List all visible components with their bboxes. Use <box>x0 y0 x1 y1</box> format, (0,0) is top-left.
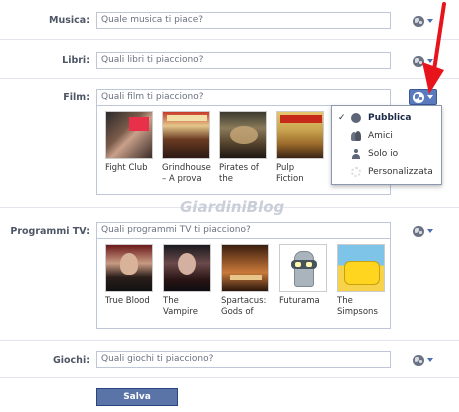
divider <box>0 340 459 341</box>
red-arrow-icon <box>422 2 446 94</box>
poster-title: True Blood <box>105 296 150 306</box>
poster-title: The Simpsons <box>337 296 378 317</box>
poster-item[interactable]: Pulp Fiction <box>276 111 326 185</box>
chevron-down-icon <box>427 358 433 362</box>
giochi-label: Giochi: <box>52 355 90 366</box>
privacy-option-label: Solo io <box>368 149 399 159</box>
tv-privacy-button[interactable] <box>413 224 437 238</box>
privacy-option-label: Amici <box>368 131 393 141</box>
tv-label: Programmi TV: <box>10 226 90 237</box>
poster-image <box>163 244 211 292</box>
poster-title: Grindhouse – A prova <box>162 163 211 184</box>
poster-title: Fight Club <box>105 163 148 173</box>
poster-image <box>162 111 210 159</box>
poster-title: Futurama <box>279 296 320 306</box>
check-icon: ✓ <box>338 113 346 123</box>
privacy-option-label: Pubblica <box>368 113 412 123</box>
friends-icon <box>351 131 361 141</box>
privacy-option-only-me[interactable]: Solo io <box>332 145 441 163</box>
poster-item[interactable]: Pirates of the <box>219 111 269 185</box>
giochi-privacy-button[interactable] <box>413 353 437 367</box>
gear-icon <box>351 167 361 177</box>
poster-title: Pulp Fiction <box>276 163 304 184</box>
musica-label: Musica: <box>49 15 90 26</box>
privacy-dropdown-menu: ✓ Pubblica Amici Solo io Personalizzata <box>331 105 442 185</box>
poster-title: The Vampire <box>163 296 198 317</box>
poster-image <box>279 244 327 292</box>
poster-item[interactable]: Fight Club <box>105 111 155 174</box>
libri-label: Libri: <box>62 55 90 66</box>
giochi-input[interactable]: Quali giochi ti piacciono? <box>96 351 391 368</box>
libri-input[interactable]: Quali libri ti piacciono? <box>96 52 391 69</box>
film-label: Film: <box>63 92 90 103</box>
poster-title: Pirates of the <box>219 163 259 184</box>
poster-item[interactable]: The Vampire <box>163 244 213 318</box>
person-icon <box>351 149 361 159</box>
privacy-option-public[interactable]: ✓ Pubblica <box>332 109 441 127</box>
poster-item[interactable]: True Blood <box>105 244 155 307</box>
save-changes-button[interactable]: Salva modifiche <box>96 388 178 412</box>
poster-image <box>337 244 385 292</box>
poster-item[interactable]: Spartacus: Gods of <box>221 244 271 318</box>
poster-item[interactable]: Grindhouse – A prova <box>162 111 212 185</box>
privacy-option-label: Personalizzata <box>368 167 433 177</box>
poster-item[interactable]: Futurama <box>279 244 329 307</box>
poster-item[interactable]: The Simpsons <box>337 244 387 318</box>
musica-input[interactable]: Quale musica ti piace? <box>96 12 391 29</box>
poster-image <box>276 111 324 159</box>
watermark: GiardiniBlog <box>180 198 285 216</box>
film-input[interactable]: Quali film ti piacciono? <box>96 89 391 106</box>
divider <box>0 377 459 378</box>
poster-image <box>221 244 269 292</box>
globe-icon <box>413 225 424 237</box>
globe-icon <box>413 354 424 366</box>
poster-image <box>105 111 153 159</box>
poster-image <box>105 244 153 292</box>
divider <box>0 78 459 79</box>
chevron-down-icon <box>427 229 433 233</box>
tv-input[interactable]: Quali programmi TV ti piacciono? <box>96 222 391 239</box>
privacy-option-custom[interactable]: Personalizzata <box>332 163 441 181</box>
poster-title: Spartacus: Gods of <box>221 296 267 317</box>
globe-icon <box>351 113 361 123</box>
privacy-option-friends[interactable]: Amici <box>332 127 441 145</box>
divider <box>0 39 459 40</box>
poster-image <box>219 111 267 159</box>
